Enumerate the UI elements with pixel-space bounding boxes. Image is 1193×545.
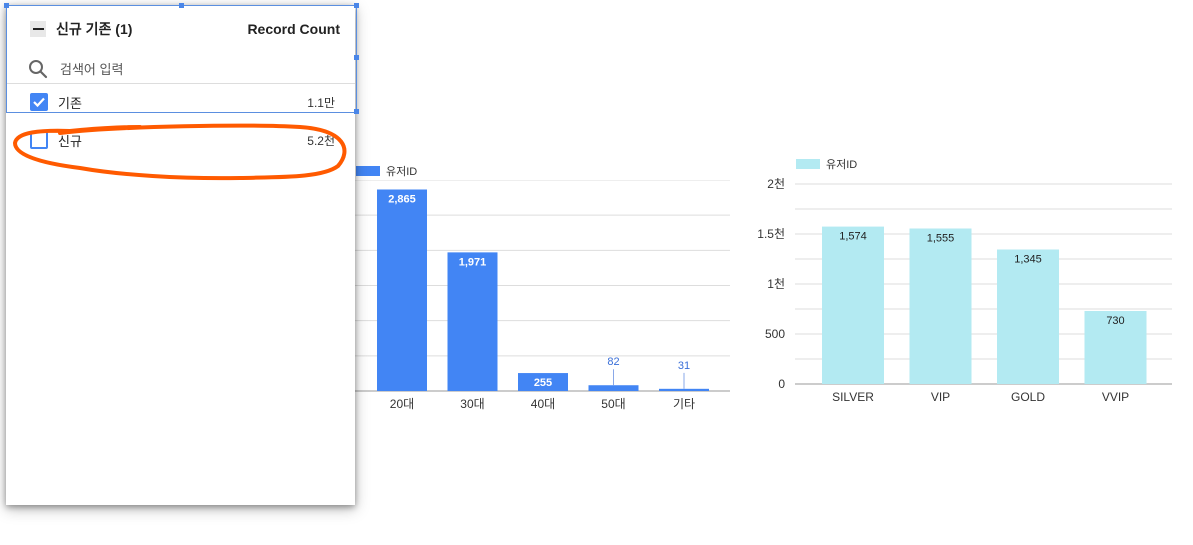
y-tick-label: 500 <box>765 327 785 341</box>
age-chart-legend[interactable]: 유저ID <box>356 163 417 179</box>
bar <box>997 249 1059 384</box>
age-legend-swatch <box>356 166 380 176</box>
grade-bar-chart: 0 500 1천 1.5천 2천 1,574 SILVER 1,555 VIP 1,345 GOLD… <box>757 176 1172 404</box>
y-tick-label: 0 <box>778 377 785 391</box>
option-count: 5.2천 <box>307 133 335 148</box>
bar <box>659 388 709 391</box>
data-label: 730 <box>1106 315 1124 327</box>
collapse-icon[interactable] <box>30 21 46 37</box>
y-tick-label: 1천 <box>767 276 785 291</box>
checkbox-checked-icon[interactable] <box>30 93 48 111</box>
bar <box>447 252 498 391</box>
tick-label: 기타 <box>673 397 695 411</box>
bar <box>822 226 884 384</box>
age-legend-label: 유저ID <box>386 166 418 178</box>
option-count: 1.1만 <box>307 95 335 110</box>
filter-dropdown-panel[interactable]: 신규 기존 (1) Record Count 기존 1.1만 신규 5.2천 <box>4 3 359 505</box>
tick-label: SILVER <box>832 390 874 404</box>
tick-label: 40대 <box>531 397 555 411</box>
tick-label: 50대 <box>601 397 625 411</box>
filter-option-existing[interactable]: 기존 1.1만 <box>30 91 335 113</box>
option-label: 기존 <box>58 95 82 111</box>
tick-label: 30대 <box>460 397 484 411</box>
data-label: 1,345 <box>1014 254 1042 266</box>
tick-label: VVIP <box>1102 390 1129 404</box>
bar <box>588 385 639 391</box>
data-label: 1,574 <box>839 231 867 243</box>
data-label: 1,971 <box>459 256 487 268</box>
filter-header: 신규 기존 (1) Record Count <box>30 17 340 41</box>
search-row[interactable] <box>28 55 348 83</box>
tick-label: 20대 <box>390 397 414 411</box>
y-tick-label: 2천 <box>767 176 785 191</box>
resize-handle[interactable] <box>354 55 359 60</box>
search-input[interactable] <box>58 60 322 78</box>
data-label: 82 <box>607 356 619 368</box>
metric-label: Record Count <box>247 21 340 37</box>
divider <box>6 83 355 84</box>
tick-label: VIP <box>931 390 950 404</box>
checkbox-unchecked-icon[interactable] <box>30 131 48 149</box>
data-label: 2,865 <box>388 193 416 205</box>
resize-handle[interactable] <box>4 3 9 8</box>
data-label: 31 <box>678 360 690 372</box>
option-label: 신규 <box>58 133 82 149</box>
search-icon <box>29 60 48 79</box>
resize-handle[interactable] <box>179 3 184 8</box>
tick-label: GOLD <box>1011 390 1045 404</box>
y-tick-label: 1.5천 <box>757 226 785 241</box>
resize-handle[interactable] <box>354 109 359 114</box>
bar <box>909 228 972 384</box>
filter-option-new[interactable]: 신규 5.2천 <box>30 129 335 151</box>
age-bar-chart: 2,865 20대 1,971 30대 255 40대 82 50대 31 기타 <box>340 180 730 411</box>
filter-title: 신규 기존 (1) <box>56 21 133 37</box>
grade-legend-swatch <box>796 159 820 169</box>
bar <box>377 189 427 391</box>
data-label: 255 <box>534 377 552 389</box>
resize-handle[interactable] <box>354 3 359 8</box>
data-label: 1,555 <box>927 233 955 245</box>
